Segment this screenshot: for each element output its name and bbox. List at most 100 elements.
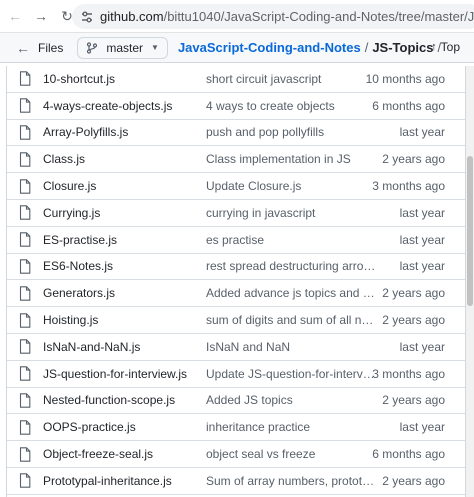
file-row[interactable]: Closure.js Update Closure.js 3 months ago (7, 173, 465, 200)
file-row[interactable]: Array-Polyfills.js push and pop pollyfill… (7, 120, 465, 147)
top-button[interactable]: ↑ Top (431, 40, 460, 54)
site-info-icon[interactable] (80, 9, 94, 25)
commit-message-link[interactable]: short circuit javascript (206, 72, 376, 86)
file-name-link[interactable]: Closure.js (43, 179, 206, 193)
file-row[interactable]: Object-freeze-seal.js object seal vs free… (7, 441, 465, 468)
commit-date: 2 years ago (382, 393, 445, 408)
file-icon (19, 366, 33, 382)
commit-date: last year (399, 420, 445, 435)
commit-message-link[interactable]: sum of digits and sum of all numbers (206, 313, 376, 327)
file-row[interactable]: OOPS-practice.js inheritance practice last… (7, 414, 465, 442)
files-toggle-button[interactable]: ← Files (16, 40, 63, 56)
commit-date: 2 years ago (382, 286, 445, 301)
commit-date: 3 months ago (372, 179, 445, 194)
commit-message-link[interactable]: Added JS topics (206, 393, 376, 407)
file-icon (19, 312, 33, 328)
commit-date: 2 years ago (382, 152, 445, 167)
file-icon (19, 124, 33, 140)
file-list: 10-shortcut.js short circuit javascript 10… (6, 66, 466, 497)
file-row[interactable]: JS-question-for-interview.js Update JS-qu… (7, 361, 465, 388)
file-icon (19, 446, 33, 462)
address-bar[interactable]: github.com/bittu1040/JavaScript-Coding-a… (72, 4, 474, 29)
file-row[interactable]: ES-practise.js es practise last year (7, 227, 465, 254)
file-name-link[interactable]: ES-practise.js (43, 233, 206, 247)
commit-message-link[interactable]: Class implementation in JS (206, 152, 376, 166)
file-name-link[interactable]: JS-question-for-interview.js (43, 367, 206, 381)
commit-message-link[interactable]: push and pop pollyfills (206, 125, 376, 139)
file-row[interactable]: Nested-function-scope.js Added JS topics 2… (7, 388, 465, 415)
file-icon (19, 473, 33, 489)
commit-message-link[interactable]: Update Closure.js (206, 179, 376, 193)
file-icon (19, 232, 33, 248)
file-row[interactable]: Generators.js Added advance js topics and… (7, 280, 465, 308)
commit-message-link[interactable]: 4 ways to create objects (206, 99, 376, 113)
commit-message-link[interactable]: es practise (206, 233, 376, 247)
file-icon (19, 419, 33, 435)
commit-message-link[interactable]: Sum of array numbers, prototypal inheri… (206, 474, 376, 488)
file-row[interactable]: IsNaN-and-NaN.js IsNaN and NaN last year (7, 334, 465, 361)
file-name-link[interactable]: OOPS-practice.js (43, 420, 206, 434)
file-name-link[interactable]: Generators.js (43, 286, 206, 300)
breadcrumb-repo-link[interactable]: JavaScript-Coding-and-Notes (178, 40, 361, 55)
commit-date: last year (399, 339, 445, 354)
commit-message-link[interactable]: IsNaN and NaN (206, 340, 376, 354)
commit-date: 6 months ago (372, 98, 445, 113)
file-icon (19, 71, 33, 87)
commit-message-link[interactable]: rest spread destructuring arrow function (206, 259, 376, 273)
scrollbar-thumb[interactable] (467, 156, 473, 306)
commit-date: 6 months ago (372, 447, 445, 462)
commit-message-link[interactable]: Update JS-question-for-interview.js (206, 367, 376, 381)
top-label: Top (440, 40, 460, 54)
file-icon (19, 178, 33, 194)
commit-date: 2 years ago (382, 473, 445, 488)
commit-message-link[interactable]: object seal vs freeze (206, 447, 376, 461)
file-name-link[interactable]: Prototypal-inheritance.js (43, 474, 206, 488)
commit-date: 2 years ago (382, 313, 445, 328)
file-row[interactable]: Hoisting.js sum of digits and sum of all … (7, 307, 465, 334)
file-name-link[interactable]: Array-Polyfills.js (43, 125, 206, 139)
commit-message-link[interactable]: currying in javascript (206, 206, 376, 220)
commit-date: 10 months ago (365, 71, 445, 86)
file-row[interactable]: 10-shortcut.js short circuit javascript 10… (7, 66, 465, 93)
breadcrumb: JavaScript-Coding-and-Notes / JS-Topics … (178, 40, 445, 55)
scrollbar[interactable] (466, 66, 474, 497)
file-name-link[interactable]: 10-shortcut.js (43, 72, 206, 86)
file-row[interactable]: 4-ways-create-objects.js 4 ways to create… (7, 93, 465, 120)
commit-date: last year (399, 259, 445, 274)
arrow-up-icon: ↑ (431, 41, 437, 53)
file-row[interactable]: Prototypal-inheritance.js Sum of array nu… (7, 468, 465, 495)
commit-date: 3 months ago (372, 366, 445, 381)
file-icon (19, 285, 33, 301)
commit-message-link[interactable]: inheritance practice (206, 420, 376, 434)
forward-arrow-icon[interactable]: → (30, 5, 52, 27)
file-name-link[interactable]: Class.js (43, 152, 206, 166)
file-icon (19, 151, 33, 167)
file-name-link[interactable]: IsNaN-and-NaN.js (43, 340, 206, 354)
file-name-link[interactable]: 4-ways-create-objects.js (43, 99, 206, 113)
browser-toolbar: ← → ↻ github.com/bittu1040/JavaScript-Co… (0, 0, 474, 33)
file-icon (19, 98, 33, 114)
file-name-link[interactable]: Object-freeze-seal.js (43, 447, 206, 461)
branch-name: master (106, 40, 144, 55)
file-name-link[interactable]: ES6-Notes.js (43, 259, 206, 273)
commit-date: last year (399, 205, 445, 220)
files-label: Files (38, 40, 64, 55)
repo-header: ← Files master ▼ JavaScript-Coding-and-N… (0, 33, 474, 63)
file-name-link[interactable]: Hoisting.js (43, 313, 206, 327)
file-name-link[interactable]: Nested-function-scope.js (43, 393, 206, 407)
branch-selector-button[interactable]: master ▼ (77, 36, 168, 59)
back-arrow-icon[interactable]: ← (4, 5, 26, 27)
breadcrumb-current-dir: JS-Topics (372, 40, 434, 55)
file-row[interactable]: Class.js Class implementation in JS 2 year… (7, 146, 465, 174)
branch-icon (87, 41, 98, 54)
file-row[interactable]: ES6-Notes.js rest spread destructuring ar… (7, 254, 465, 281)
file-row[interactable]: Currying.js currying in javascript last ye… (7, 200, 465, 227)
commit-message-link[interactable]: Added advance js topics and this keywo… (206, 286, 376, 300)
breadcrumb-separator: / (364, 40, 369, 55)
file-icon (19, 205, 33, 221)
file-icon (19, 392, 33, 408)
arrow-left-icon: ← (16, 39, 30, 56)
chevron-down-icon: ▼ (151, 43, 159, 52)
file-name-link[interactable]: Currying.js (43, 206, 206, 220)
commit-date: last year (399, 125, 445, 140)
